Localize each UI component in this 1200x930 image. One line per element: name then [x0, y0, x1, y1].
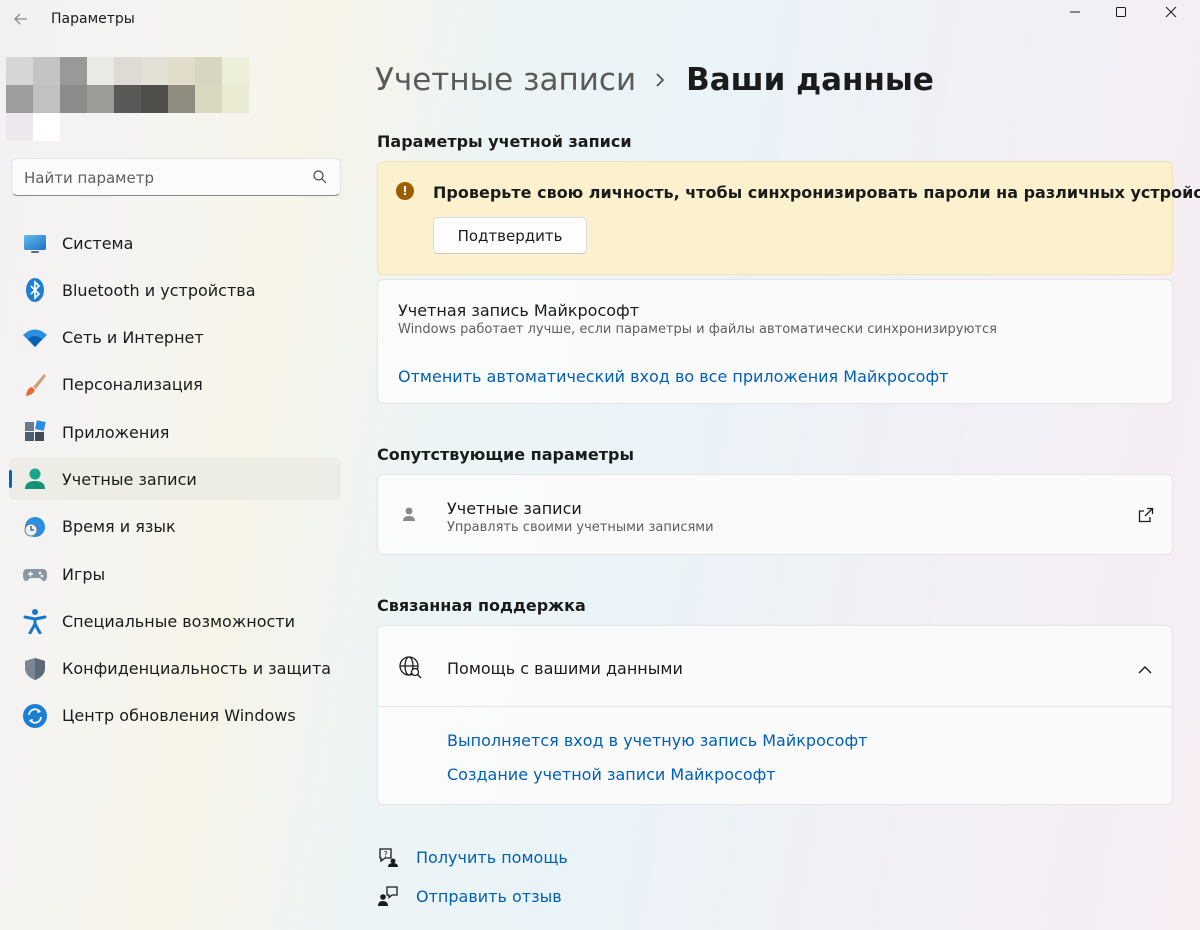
minimize-icon — [1070, 11, 1080, 13]
app-title: Параметры — [51, 11, 135, 27]
section-title-related-settings: Сопутствующие параметры — [377, 445, 634, 464]
maximize-button[interactable] — [1098, 0, 1144, 24]
help-title[interactable]: Помощь с вашими данными — [447, 659, 683, 678]
get-help-link[interactable]: Получить помощь — [416, 848, 568, 867]
clock-globe-icon — [22, 514, 48, 540]
sidebar-item-label: Приложения — [62, 422, 170, 442]
sidebar-item-gaming[interactable]: Игры — [9, 553, 341, 595]
sidebar-item-accounts[interactable]: Учетные записи — [9, 458, 341, 501]
accounts-card-description: Управлять своими учетными записями — [447, 520, 714, 535]
sidebar-item-label: Учетные записи — [62, 469, 197, 489]
ms-account-title: Учетная запись Майкрософт — [398, 301, 640, 320]
maximize-icon — [1116, 7, 1126, 17]
help-link-create-account[interactable]: Создание учетной записи Майкрософт — [447, 765, 776, 784]
sidebar-item-label: Время и язык — [62, 517, 176, 537]
sidebar-item-label: Центр обновления Windows — [62, 706, 296, 726]
sidebar-item-personalization[interactable]: Персонализация — [9, 364, 341, 406]
sidebar-item-privacy[interactable]: Конфиденциальность и защита — [9, 648, 341, 690]
warning-icon: ! — [396, 182, 414, 200]
confirm-button[interactable]: Подтвердить — [433, 217, 587, 254]
help-chat-icon: ? — [377, 846, 399, 868]
sidebar-item-accessibility[interactable]: Специальные возможности — [9, 600, 341, 642]
help-expander: Помощь с вашими данными Выполняется вход… — [377, 625, 1173, 805]
update-icon — [22, 703, 48, 729]
svg-text:?: ? — [384, 850, 388, 859]
sidebar-item-label: Bluetooth и устройства — [62, 280, 256, 300]
sidebar-item-network[interactable]: Сеть и Интернет — [9, 317, 341, 359]
help-link-signin[interactable]: Выполняется вход в учетную запись Майкро… — [447, 731, 867, 750]
sidebar-item-label: Система — [62, 233, 134, 253]
person-icon — [400, 505, 418, 525]
minimize-button[interactable] — [1052, 0, 1098, 24]
ms-account-description: Windows работает лучше, если параметры и… — [398, 322, 997, 337]
page-title: Ваши данные — [686, 62, 934, 98]
search-box — [11, 158, 341, 196]
divider — [378, 706, 1172, 707]
external-link-icon — [1138, 507, 1154, 523]
warning-text: Проверьте свою личность, чтобы синхрониз… — [433, 183, 1200, 202]
chevron-right-icon — [654, 72, 666, 88]
gamepad-icon — [22, 561, 48, 587]
send-feedback-link[interactable]: Отправить отзыв — [416, 887, 562, 906]
send-feedback-row[interactable]: Отправить отзыв — [377, 883, 562, 909]
wifi-icon — [22, 325, 48, 351]
sidebar-item-label: Сеть и Интернет — [62, 328, 204, 348]
shield-icon — [22, 656, 48, 682]
cancel-auto-signin-link[interactable]: Отменить автоматический вход во все прил… — [398, 367, 948, 386]
search-input[interactable] — [24, 167, 304, 189]
sidebar-item-time-language[interactable]: Время и язык — [9, 506, 341, 548]
accessibility-icon — [22, 608, 48, 635]
sidebar-item-apps[interactable]: Приложения — [9, 411, 341, 453]
blurred-user-profile — [6, 57, 249, 141]
section-title-account-settings: Параметры учетной записи — [377, 132, 632, 151]
sidebar-item-label: Конфиденциальность и защита — [62, 659, 332, 679]
accounts-link-card[interactable]: Учетные записи Управлять своими учетными… — [377, 474, 1173, 555]
user-icon — [22, 466, 48, 492]
sidebar-item-bluetooth[interactable]: Bluetooth и устройства — [9, 269, 341, 311]
chevron-up-icon[interactable] — [1138, 660, 1152, 674]
warning-banner: ! Проверьте свою личность, чтобы синхрон… — [377, 161, 1200, 275]
search-icon[interactable] — [312, 169, 328, 185]
close-button[interactable] — [1148, 0, 1194, 24]
bluetooth-icon — [22, 277, 48, 303]
accounts-card-title: Учетные записи — [447, 499, 582, 518]
section-title-related-support: Связанная поддержка — [377, 596, 586, 615]
breadcrumb: Учетные записи Ваши данные — [375, 58, 934, 102]
brush-icon — [22, 372, 48, 398]
sidebar-item-label: Специальные возможности — [62, 611, 296, 631]
arrow-left-icon — [14, 13, 27, 25]
sidebar-item-label: Персонализация — [62, 375, 203, 395]
monitor-icon — [22, 230, 48, 256]
sidebar-item-label: Игры — [62, 564, 106, 584]
get-help-row[interactable]: ? Получить помощь — [377, 844, 568, 870]
sidebar-nav: Система Bluetooth и устройства Сеть и Ин… — [9, 222, 341, 742]
sidebar-item-system[interactable]: Система — [9, 222, 341, 264]
sidebar-item-windows-update[interactable]: Центр обновления Windows — [9, 695, 341, 737]
title-bar: Параметры — [0, 0, 1200, 40]
microsoft-account-card: Учетная запись Майкрософт Windows работа… — [377, 279, 1173, 404]
globe-search-icon — [398, 655, 422, 679]
breadcrumb-parent[interactable]: Учетные записи — [375, 62, 636, 98]
feedback-icon — [377, 885, 399, 907]
close-icon — [1165, 6, 1177, 18]
apps-icon — [22, 419, 48, 445]
back-button[interactable] — [10, 8, 32, 30]
